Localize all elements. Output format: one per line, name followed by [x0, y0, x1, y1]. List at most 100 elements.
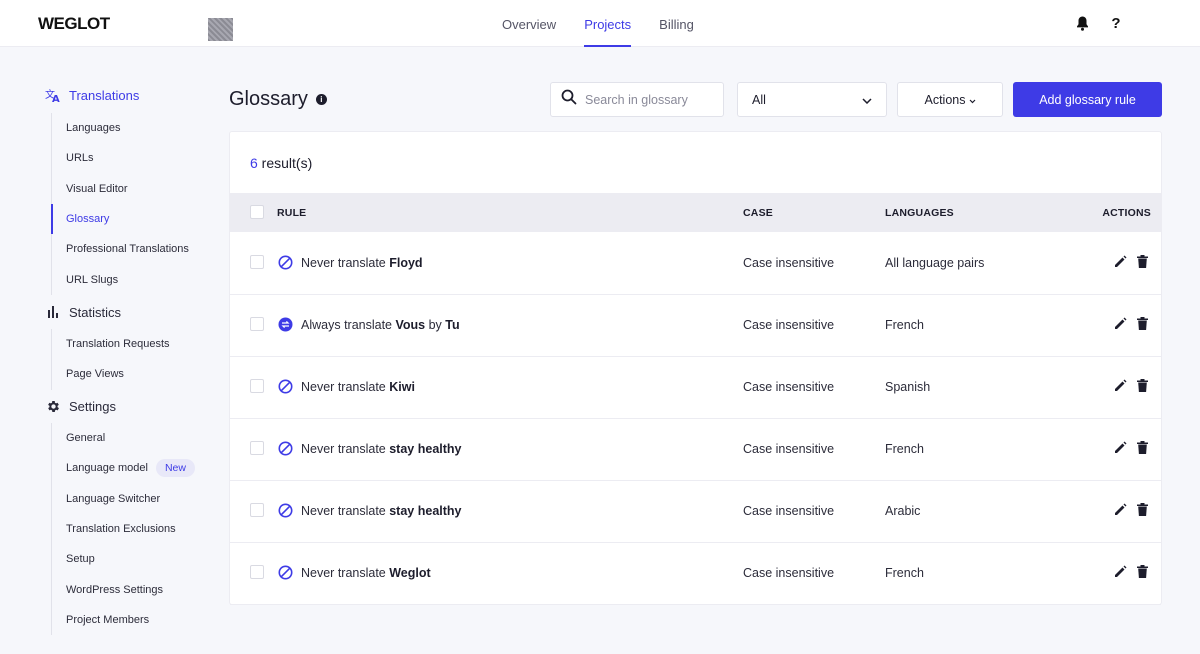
languages-cell: Arabic [885, 504, 921, 518]
rule-prefix: Never translate [301, 441, 390, 456]
bar-chart-icon [45, 304, 61, 320]
rule-mid: by [425, 317, 446, 332]
rule-cell: Never translate stay healthy [278, 503, 462, 518]
search-input[interactable] [585, 92, 715, 107]
row-checkbox[interactable] [250, 441, 264, 455]
rule-word: stay healthy [389, 441, 462, 456]
info-icon[interactable]: i [315, 94, 327, 105]
sidebar-item-wordpress-settings[interactable]: WordPress Settings [52, 574, 195, 604]
rule-word-2: Tu [445, 317, 460, 332]
sidebar-section-label: Settings [69, 398, 116, 414]
translate-icon: 文A [45, 87, 61, 103]
rule-word: Floyd [389, 255, 423, 270]
header-case: CASE [743, 206, 773, 219]
rule-cell: Never translate Kiwi [278, 379, 415, 394]
sidebar-item-label: Language model [66, 462, 148, 475]
sidebar-item-urls[interactable]: URLs [52, 143, 189, 173]
languages-cell: All language pairs [885, 256, 985, 270]
nav-projects[interactable]: Projects [570, 0, 645, 47]
top-icons: ? [1073, 14, 1125, 32]
never-translate-icon [278, 255, 293, 270]
weglot-logo[interactable]: WEGLOT [38, 14, 110, 34]
sidebar-item-language-switcher[interactable]: Language Switcher [52, 484, 195, 514]
trash-icon[interactable] [1135, 316, 1149, 330]
search-box [550, 82, 724, 117]
sidebar-item-glossary[interactable]: Glossary [51, 203, 189, 235]
rule-prefix: Never translate [301, 255, 390, 270]
sidebar-item-professional-translations[interactable]: Professional Translations [52, 234, 189, 264]
add-glossary-rule-button[interactable]: Add glossary rule [1013, 82, 1162, 117]
rule-prefix: Never translate [301, 565, 390, 580]
edit-icon[interactable] [1113, 254, 1127, 268]
row-checkbox[interactable] [250, 255, 264, 269]
rule-prefix: Never translate [301, 379, 390, 394]
row-checkbox[interactable] [250, 379, 264, 393]
filter-select-value: All [752, 92, 766, 107]
trash-icon[interactable] [1135, 254, 1149, 268]
nav-overview[interactable]: Overview [488, 0, 570, 47]
trash-icon[interactable] [1135, 564, 1149, 578]
sidebar-settings-list: General Language model New Language Swit… [51, 423, 195, 636]
edit-icon[interactable] [1113, 502, 1127, 516]
table-row: Never translate stay healthy Case insensi… [230, 481, 1161, 543]
page-title: Glossary [229, 88, 308, 110]
sidebar-translations-list: Languages URLs Visual Editor Glossary Pr… [51, 113, 189, 295]
row-checkbox[interactable] [250, 503, 264, 517]
select-all-checkbox[interactable] [250, 205, 264, 219]
rule-text: Never translate Kiwi [301, 380, 415, 394]
case-cell: Case insensitive [743, 566, 835, 580]
languages-cell: French [885, 318, 924, 332]
rule-text: Never translate stay healthy [301, 442, 462, 456]
chevron-down-icon [862, 93, 872, 107]
trash-icon[interactable] [1135, 378, 1149, 392]
sidebar-item-setup[interactable]: Setup [52, 544, 195, 574]
sidebar-item-page-views[interactable]: Page Views [52, 359, 170, 389]
case-cell: Case insensitive [743, 504, 835, 518]
project-thumbnail[interactable] [208, 18, 233, 41]
sidebar-item-languages[interactable]: Languages [52, 113, 189, 143]
top-bar: WEGLOT Overview Projects Billing ? [0, 0, 1200, 47]
table-header: RULE CASE LANGUAGES ACTIONS [230, 193, 1161, 232]
sidebar-section-translations[interactable]: 文A Translations [45, 87, 139, 103]
rule-text: Never translate Floyd [301, 256, 423, 270]
search-icon [561, 89, 577, 110]
results-suffix: result(s) [257, 155, 313, 171]
edit-icon[interactable] [1113, 440, 1127, 454]
help-icon[interactable]: ? [1107, 14, 1125, 32]
glossary-card: 6 result(s) RULE CASE LANGUAGES ACTIONS … [229, 131, 1162, 605]
sidebar-statistics-list: Translation Requests Page Views [51, 329, 170, 390]
sidebar-item-general[interactable]: General [52, 423, 195, 453]
bell-icon[interactable] [1073, 14, 1091, 32]
edit-icon[interactable] [1113, 378, 1127, 392]
never-translate-icon [278, 441, 293, 456]
sidebar-section-settings[interactable]: Settings [45, 398, 116, 414]
sidebar-item-visual-editor[interactable]: Visual Editor [52, 174, 189, 204]
svg-text:A: A [52, 94, 60, 103]
row-checkbox[interactable] [250, 565, 264, 579]
rule-cell: Always translate Vous by Tu [278, 317, 460, 332]
row-actions [1113, 254, 1149, 268]
edit-icon[interactable] [1113, 316, 1127, 330]
results-number: 6 [250, 155, 258, 171]
nav-billing[interactable]: Billing [645, 0, 708, 47]
actions-dropdown-button[interactable]: Actions [897, 82, 1003, 117]
edit-icon[interactable] [1113, 564, 1127, 578]
row-checkbox[interactable] [250, 317, 264, 331]
rule-prefix: Never translate [301, 503, 390, 518]
sidebar-section-label: Translations [69, 87, 140, 103]
sidebar-item-translation-requests[interactable]: Translation Requests [52, 329, 170, 359]
sidebar-section-statistics[interactable]: Statistics [45, 304, 121, 320]
rule-word: stay healthy [389, 503, 462, 518]
table-row: Never translate Weglot Case insensitive Fr… [230, 543, 1161, 605]
sidebar-item-language-model[interactable]: Language model New [52, 453, 195, 483]
row-actions [1113, 440, 1149, 454]
sidebar-item-translation-exclusions[interactable]: Translation Exclusions [52, 514, 195, 544]
trash-icon[interactable] [1135, 502, 1149, 516]
trash-icon[interactable] [1135, 440, 1149, 454]
sidebar-item-project-members[interactable]: Project Members [52, 605, 195, 635]
filter-select[interactable]: All [737, 82, 887, 117]
rule-cell: Never translate Floyd [278, 255, 423, 270]
row-actions [1113, 502, 1149, 516]
sidebar-item-url-slugs[interactable]: URL Slugs [52, 264, 189, 294]
case-cell: Case insensitive [743, 380, 835, 394]
